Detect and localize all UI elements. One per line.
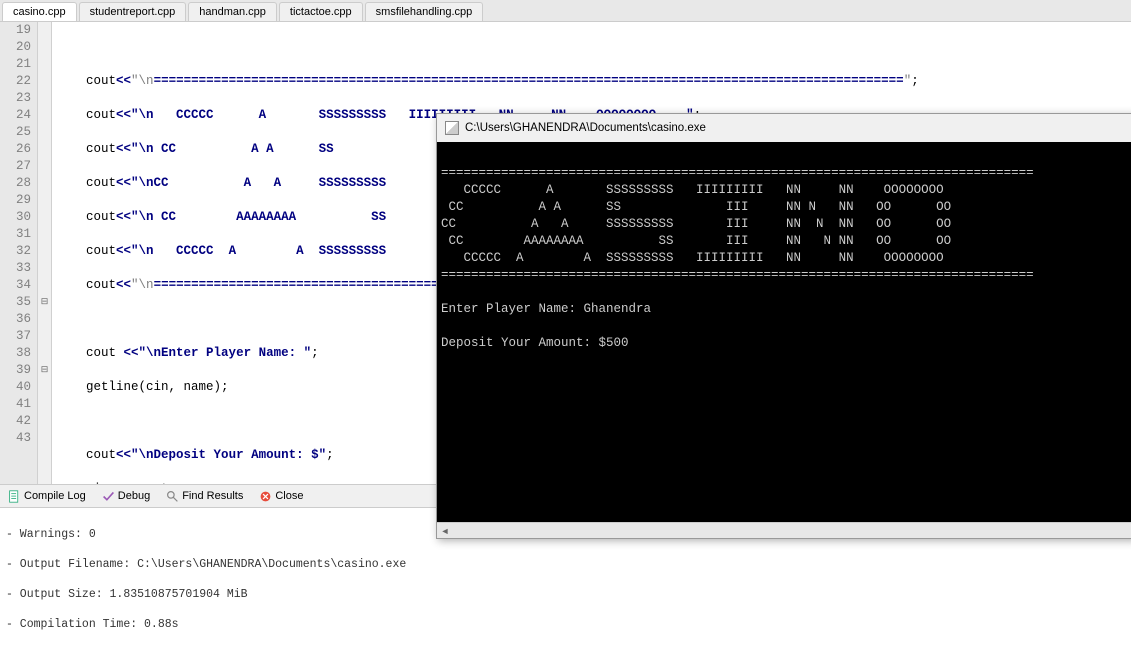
tab-label: Find Results [182,490,243,502]
token: "\nCC A A SSSSSSSSS [131,176,386,190]
token: << [116,278,131,292]
tab-close[interactable]: Close [255,488,307,505]
token: cout [86,176,116,190]
token: >> [116,482,131,484]
token: << [116,74,131,88]
token: ========================================… [154,278,462,292]
report-icon [8,490,21,503]
token: "\n CCCCC A A SSSSSSSSS [131,244,386,258]
scroll-left-icon[interactable]: ◄ [437,524,453,538]
tab-debug[interactable]: Debug [98,488,154,505]
token: << [116,244,131,258]
token: getline [86,380,139,394]
token: cout [86,142,116,156]
token: << [124,346,139,360]
token: cin [86,482,116,484]
token: << [116,142,131,156]
tab-handman[interactable]: handman.cpp [188,2,277,21]
output-line: - Output Size: 1.83510875701904 MiB [6,587,1125,602]
token: "\n [131,74,154,88]
token: ; [311,346,319,360]
tab-smsfilehandling[interactable]: smsfilehandling.cpp [365,2,484,21]
token: "\nDeposit Your Amount: $" [131,448,326,462]
token: << [116,176,131,190]
file-tabs: casino.cpp studentreport.cpp handman.cpp… [0,0,1131,22]
token: amnt; [131,482,176,484]
tab-tictactoe[interactable]: tictactoe.cpp [279,2,363,21]
console-window[interactable]: C:\Users\GHANENDRA\Documents\casino.exe … [436,113,1131,539]
token: ; [326,448,334,462]
token: << [116,108,131,122]
tab-studentreport[interactable]: studentreport.cpp [79,2,187,21]
token: "\nEnter Player Name: " [139,346,312,360]
console-titlebar[interactable]: C:\Users\GHANENDRA\Documents\casino.exe [437,114,1131,142]
console-output[interactable]: ========================================… [437,142,1131,522]
token: "\n [131,278,154,292]
output-line: - Output Filename: C:\Users\GHANENDRA\Do… [6,557,1125,572]
token: << [116,448,131,462]
tab-label: Close [275,490,303,502]
tab-find-results[interactable]: Find Results [162,488,247,505]
token: (cin, name); [139,380,229,394]
search-icon [166,490,179,503]
tab-label: Compile Log [24,490,86,502]
token: cout [86,108,116,122]
output-line: - Compilation Time: 0.88s [6,617,1125,632]
token: ========================================… [154,74,904,88]
token: ; [911,74,919,88]
token: cout [86,278,116,292]
check-icon [102,490,115,503]
token: cout [86,74,116,88]
tab-casino[interactable]: casino.cpp [2,2,77,21]
token: << [116,210,131,224]
console-icon [445,121,459,135]
fold-column[interactable]: ⊟⊟ [38,22,52,484]
token: cout [86,346,124,360]
console-scrollbar[interactable]: ◄ [437,522,1131,538]
line-numbers: 1920212223242526272829303132333435363738… [0,22,38,484]
token: cout [86,244,116,258]
console-title-text: C:\Users\GHANENDRA\Documents\casino.exe [465,122,706,134]
token: cout [86,210,116,224]
token: "\n CC AAAAAAAA SS [131,210,386,224]
tab-compile-log[interactable]: Compile Log [4,488,90,505]
token: cout [86,448,116,462]
close-icon [259,490,272,503]
tab-label: Debug [118,490,150,502]
